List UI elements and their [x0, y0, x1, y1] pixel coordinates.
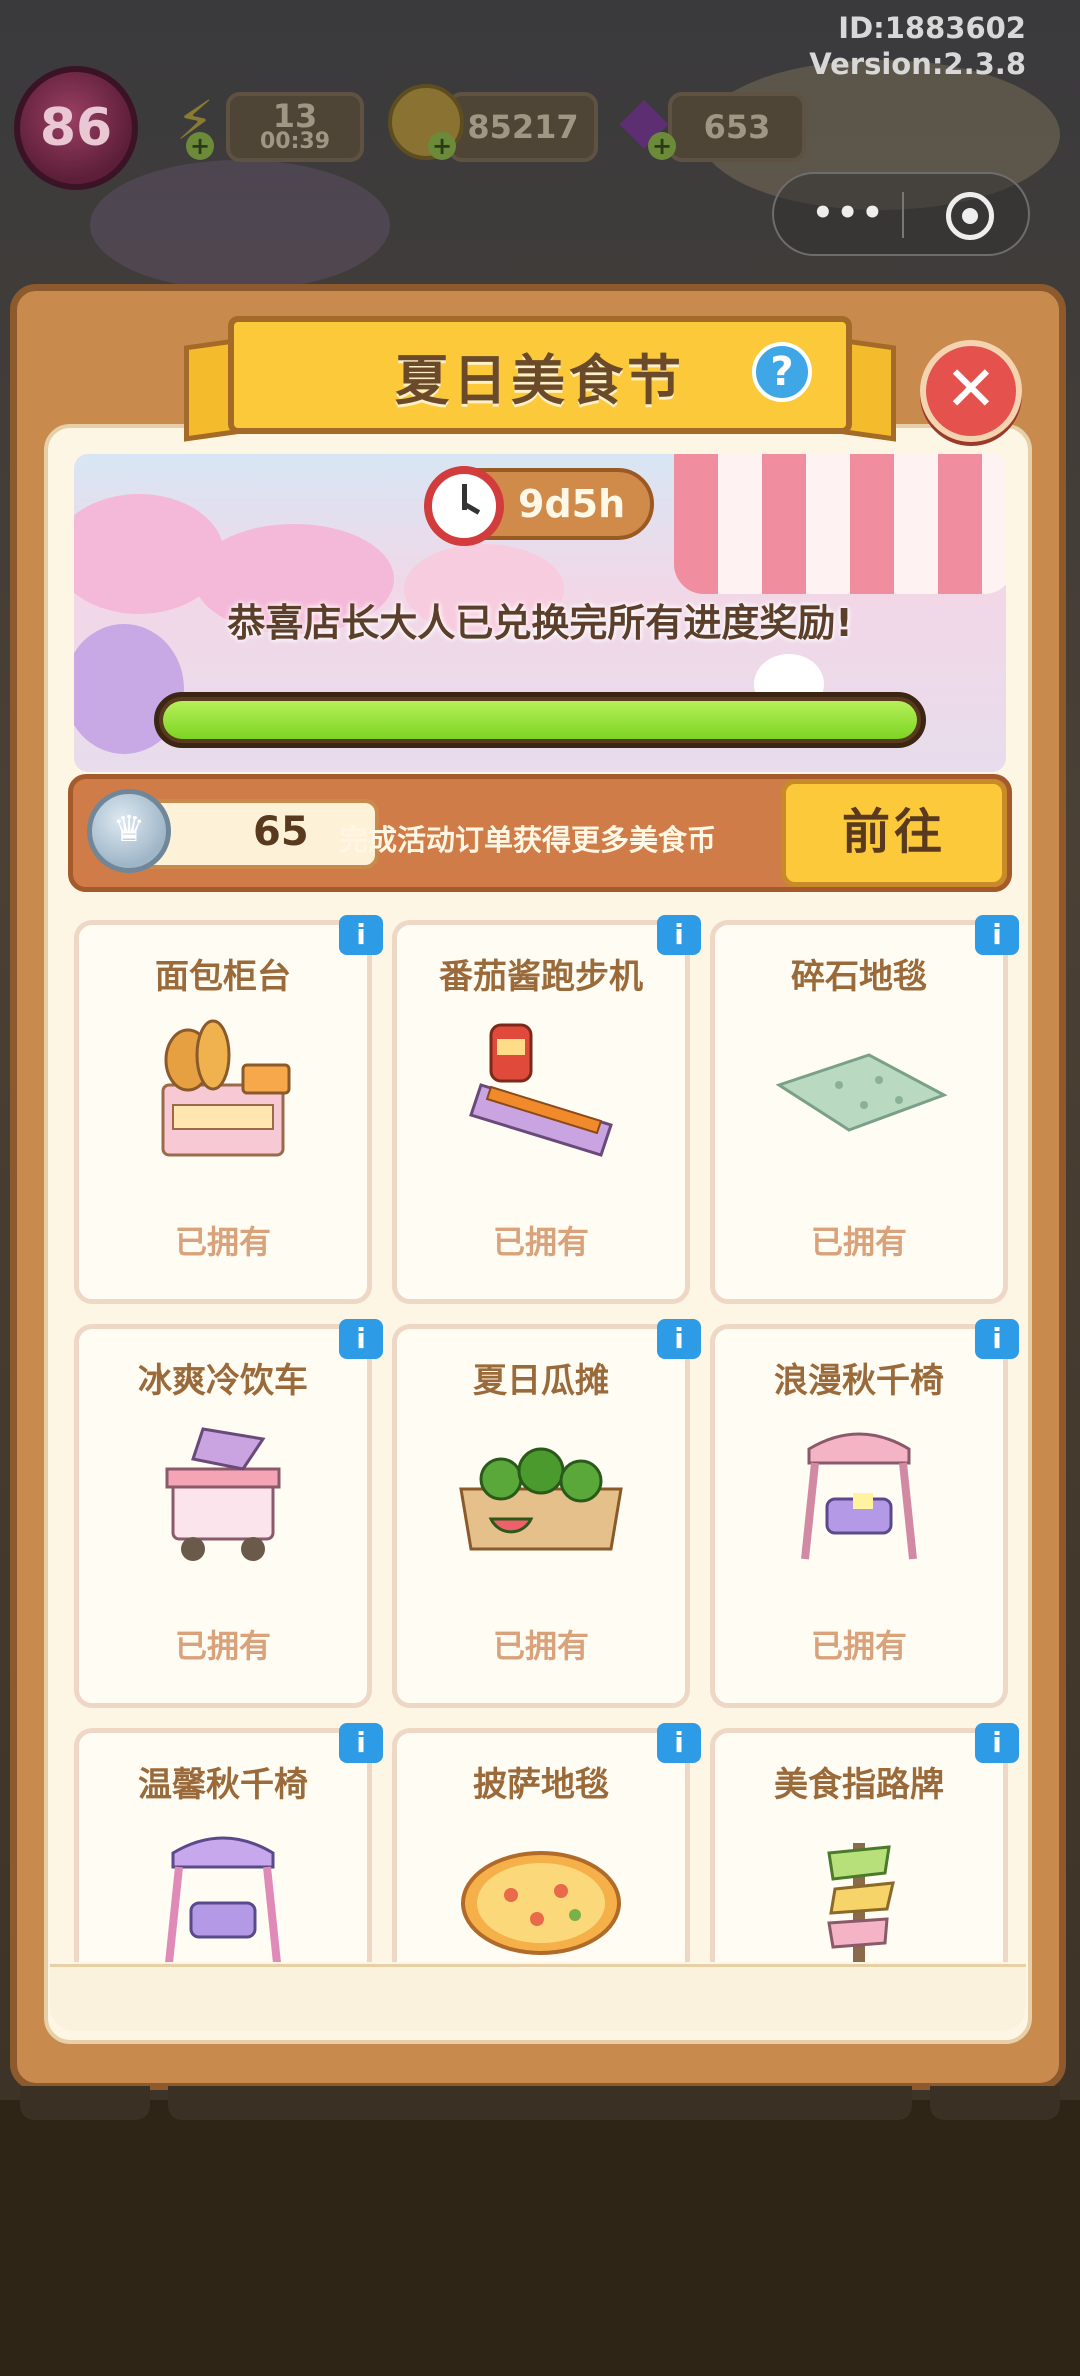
level-badge[interactable]: 86 — [14, 66, 138, 190]
energy-value: 13 — [272, 97, 318, 135]
owned-status: 已拥有 — [810, 1627, 907, 1665]
item-name: 温馨秋千椅 — [138, 1765, 308, 1805]
under-panel-tab — [20, 2086, 150, 2120]
gravel-rug-icon — [769, 1015, 949, 1165]
under-panel-tab — [168, 2086, 912, 2120]
more-menu-icon[interactable]: ••• — [812, 196, 886, 230]
event-timer: 9d5h — [424, 466, 654, 546]
bread-counter-icon — [133, 1015, 313, 1165]
close-button[interactable]: ✕ — [920, 340, 1022, 442]
item-name: 披萨地毯 — [473, 1765, 609, 1805]
build-info: ID:1883602 Version:2.3.8 — [809, 10, 1026, 82]
gem-counter[interactable]: 653 — [668, 92, 806, 162]
item-name: 浪漫秋千椅 — [774, 1361, 944, 1401]
coin-counter[interactable]: 85217 — [448, 92, 598, 162]
game-floor — [0, 2100, 1080, 2376]
panel-title: 夏日美食节 — [395, 348, 685, 412]
cold-drink-cart-icon — [133, 1419, 313, 1569]
reward-card[interactable]: i 面包柜台 已拥有 — [74, 915, 383, 1304]
version-label: Version:2.3.8 — [809, 47, 1026, 81]
miniprogram-capsule: ••• — [772, 172, 1030, 256]
watermelon-stall-icon — [451, 1419, 631, 1569]
background-tree — [90, 160, 390, 290]
gem-value: 653 — [703, 108, 771, 146]
add-coins-icon[interactable]: + — [428, 132, 456, 160]
reward-card[interactable]: i 温馨秋千椅 — [74, 1723, 383, 1962]
player-id: ID:1883602 — [838, 11, 1026, 45]
reward-card[interactable]: i 番茄酱跑步机 已拥有 — [392, 915, 701, 1304]
capsule-divider — [902, 192, 904, 238]
item-name: 番茄酱跑步机 — [439, 957, 643, 997]
item-name: 冰爽冷饮车 — [138, 1361, 308, 1401]
timer-value: 9d5h — [518, 482, 626, 526]
clock-icon — [424, 466, 504, 546]
reward-card[interactable]: i 碎石地毯 已拥有 — [710, 915, 1019, 1304]
progress-fill — [163, 701, 917, 739]
pizza-rug-icon — [451, 1823, 631, 1962]
item-name: 夏日瓜摊 — [473, 1361, 609, 1401]
reward-card[interactable]: i 夏日瓜摊 已拥有 — [392, 1319, 701, 1708]
event-coin-count: 65 — [253, 809, 309, 855]
energy-counter[interactable]: 13 00:39 — [226, 92, 364, 162]
owned-status: 已拥有 — [174, 1223, 271, 1261]
reward-card[interactable]: i 美食指路牌 — [710, 1723, 1019, 1962]
owned-status: 已拥有 — [492, 1627, 589, 1665]
exit-miniprogram-icon[interactable] — [946, 192, 994, 240]
event-hero-banner: 9d5h 恭喜店长大人已兑换完所有进度奖励! — [74, 454, 1006, 772]
reward-card[interactable]: i 冰爽冷饮车 已拥有 — [74, 1319, 383, 1708]
under-panel-tab — [930, 2086, 1060, 2120]
reward-complete-message: 恭喜店长大人已兑换完所有进度奖励! — [227, 601, 853, 645]
item-name: 美食指路牌 — [774, 1765, 944, 1805]
coin-value-hud: 85217 — [467, 108, 579, 146]
energy-timer: 00:39 — [259, 129, 331, 154]
reward-card[interactable]: i 浪漫秋千椅 已拥有 — [710, 1319, 1019, 1708]
grid-footer-strip — [50, 1964, 1026, 2031]
shop-awning — [674, 454, 1006, 594]
add-energy-icon[interactable]: + — [186, 132, 214, 160]
romantic-swing-chair-icon — [769, 1419, 949, 1569]
cozy-swing-chair-icon — [133, 1823, 313, 1962]
chef-hat-coin-icon: ♛ — [87, 789, 171, 873]
item-name: 碎石地毯 — [791, 957, 927, 997]
add-gems-icon[interactable]: + — [648, 132, 676, 160]
owned-status: 已拥有 — [174, 1627, 271, 1665]
event-coin-description: 完成活动订单获得更多美食币 — [339, 823, 717, 857]
event-coin-bar: ♛ 65 完成活动订单获得更多美食币 前往 — [68, 774, 1012, 892]
item-name: 面包柜台 — [155, 957, 291, 997]
reward-grid: i 面包柜台 已拥有 i 番茄酱跑步机 已拥有 i 碎石地毯 已拥有 i 冰爽冷… — [60, 908, 1024, 1962]
owned-status: 已拥有 — [492, 1223, 589, 1261]
help-button[interactable]: ? — [752, 342, 812, 402]
progress-bar — [154, 692, 926, 748]
reward-card[interactable]: i 披萨地毯 — [392, 1723, 701, 1962]
go-button[interactable]: 前往 — [781, 779, 1007, 887]
owned-status: 已拥有 — [810, 1223, 907, 1261]
food-signpost-icon — [769, 1823, 949, 1962]
ketchup-treadmill-icon — [451, 1015, 631, 1165]
